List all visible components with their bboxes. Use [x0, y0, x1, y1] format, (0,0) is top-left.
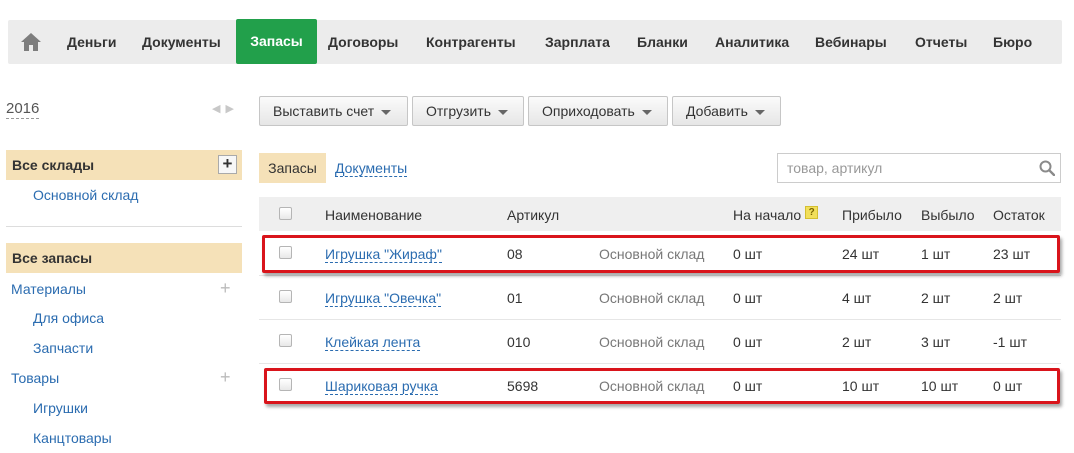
nav-item-bureau[interactable]: Бюро — [993, 20, 1032, 64]
row-checkbox[interactable] — [279, 290, 292, 303]
item-warehouse: Основной склад — [599, 290, 705, 306]
nav-item-counterparties[interactable]: Контрагенты — [426, 20, 516, 64]
nav-item-salary[interactable]: Зарплата — [545, 20, 610, 64]
search-icon[interactable] — [1039, 160, 1055, 176]
item-balance: -1 шт — [993, 334, 1027, 350]
nav-item-reports[interactable]: Отчеты — [915, 20, 967, 64]
nav-item-contracts[interactable]: Договоры — [328, 20, 398, 64]
highlight-frame — [264, 368, 1060, 404]
nav-item-analytics[interactable]: Аналитика — [715, 20, 789, 64]
help-icon[interactable]: ? — [805, 206, 819, 219]
add-button[interactable]: Добавить — [672, 96, 781, 126]
chevron-down-icon — [381, 109, 392, 115]
sidebar-item-spare-parts[interactable]: Запчасти — [33, 339, 93, 357]
nav-item-forms[interactable]: Бланки — [637, 20, 688, 64]
sidebar-divider — [6, 226, 242, 227]
issue-invoice-label: Выставить счет — [273, 103, 375, 119]
receive-label: Оприходовать — [542, 103, 635, 119]
row-divider — [259, 275, 1061, 276]
col-header-start[interactable]: На начало? — [733, 206, 819, 224]
item-name-link[interactable]: Игрушка "Овечка" — [325, 290, 442, 307]
search-input[interactable] — [778, 154, 1028, 182]
home-icon[interactable] — [20, 32, 42, 52]
item-balance: 2 шт — [993, 290, 1023, 306]
row-divider — [259, 319, 1061, 320]
arrow-right-icon[interactable]: ▶ — [225, 103, 238, 115]
col-header-start-label: На начало — [733, 207, 802, 223]
col-header-name[interactable]: Наименование — [325, 206, 422, 224]
item-income: 4 шт — [842, 290, 872, 306]
item-start: 0 шт — [733, 290, 763, 306]
chevron-down-icon — [754, 109, 765, 115]
all-stock-header[interactable]: Все запасы — [6, 243, 242, 273]
ship-label: Отгрузить — [426, 103, 491, 119]
col-header-income[interactable]: Прибыло — [842, 206, 902, 224]
highlight-frame — [262, 235, 1060, 273]
add-materials-plus-icon[interactable]: + — [220, 279, 231, 297]
row-checkbox[interactable] — [279, 334, 292, 347]
col-header-article[interactable]: Артикул — [507, 206, 559, 224]
sidebar-item-main-warehouse[interactable]: Основной склад — [33, 186, 138, 204]
item-start: 0 шт — [733, 334, 763, 350]
item-warehouse: Основной склад — [599, 334, 705, 350]
all-warehouses-header[interactable]: Все склады + — [6, 150, 242, 180]
col-header-balance[interactable]: Остаток — [993, 206, 1045, 224]
add-warehouse-button[interactable]: + — [218, 155, 237, 174]
col-header-outcome[interactable]: Выбыло — [921, 206, 975, 224]
select-all-checkbox[interactable] — [279, 207, 292, 220]
sidebar-item-materials[interactable]: Материалы — [11, 280, 86, 298]
year-arrows[interactable]: ◀▶ — [212, 102, 239, 115]
item-income: 2 шт — [842, 334, 872, 350]
add-goods-plus-icon[interactable]: + — [220, 368, 231, 386]
add-label: Добавить — [686, 103, 748, 119]
chevron-down-icon — [641, 109, 652, 115]
year-selector[interactable]: 2016 — [6, 100, 40, 119]
nav-item-stock[interactable]: Запасы — [236, 19, 317, 64]
sidebar-item-for-office[interactable]: Для офиса — [33, 309, 104, 327]
nav-item-money[interactable]: Деньги — [67, 20, 116, 64]
all-warehouses-label: Все склады — [12, 157, 95, 173]
all-stock-label: Все запасы — [12, 250, 93, 266]
nav-item-webinars[interactable]: Вебинары — [815, 20, 887, 64]
sidebar-item-goods[interactable]: Товары — [11, 369, 59, 387]
ship-button[interactable]: Отгрузить — [412, 96, 524, 126]
arrow-left-icon[interactable]: ◀ — [212, 103, 225, 115]
search-box — [777, 153, 1061, 183]
item-article: 01 — [507, 290, 523, 306]
sidebar-item-stationery[interactable]: Канцтовары — [33, 429, 112, 447]
sidebar-item-toys[interactable]: Игрушки — [33, 399, 88, 417]
item-outcome: 2 шт — [921, 290, 951, 306]
tab-documents[interactable]: Документы — [335, 160, 408, 177]
chevron-down-icon — [497, 109, 508, 115]
item-outcome: 3 шт — [921, 334, 951, 350]
tab-stock[interactable]: Запасы — [259, 153, 326, 183]
plus-icon: + — [222, 154, 233, 173]
issue-invoice-button[interactable]: Выставить счет — [259, 96, 408, 126]
nav-item-documents[interactable]: Документы — [142, 20, 221, 64]
item-name-link[interactable]: Клейкая лента — [325, 334, 421, 351]
row-divider — [259, 363, 1061, 364]
main-navigation: Деньги Документы Запасы Договоры Контраг… — [8, 19, 1062, 64]
receive-button[interactable]: Оприходовать — [528, 96, 668, 126]
item-article: 010 — [507, 334, 531, 350]
